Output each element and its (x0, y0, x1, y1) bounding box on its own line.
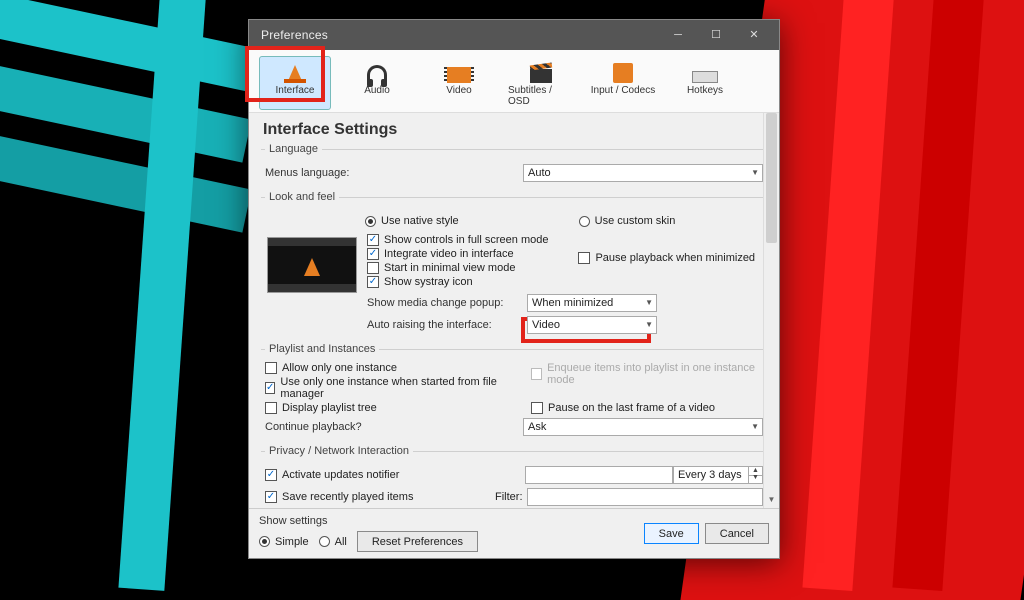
preferences-window: Preferences ─ ☐ ✕ Interface Audio Video … (248, 19, 780, 559)
cone-icon (275, 61, 315, 83)
page-title: Interface Settings (263, 121, 765, 139)
radio-all[interactable]: All (319, 536, 347, 548)
radio-native-style[interactable]: Use native style (365, 215, 459, 227)
spinner-down[interactable]: ▼ (748, 474, 762, 483)
media-popup-select[interactable]: When minimized▼ (527, 294, 657, 312)
group-look-and-feel: Look and feel Use native style Use custo… (261, 191, 767, 339)
tab-input-codecs[interactable]: Input / Codecs (587, 56, 659, 110)
menus-language-select[interactable]: Auto▼ (523, 164, 763, 182)
chevron-down-icon: ▼ (645, 298, 653, 307)
footer: Show settings Simple All Reset Preferenc… (249, 508, 779, 558)
chk-one-from-fm[interactable]: ✓Use only one instance when started from… (265, 376, 501, 400)
filter-input[interactable] (527, 488, 763, 506)
chk-integrate-video[interactable]: ✓Integrate video in interface (367, 248, 548, 260)
media-popup-label: Show media change popup: (367, 297, 527, 309)
chk-enqueue: Enqueue items into playlist in one insta… (531, 362, 763, 386)
chk-playlist-tree[interactable]: Display playlist tree (265, 402, 501, 414)
titlebar[interactable]: Preferences ─ ☐ ✕ (249, 20, 779, 50)
chk-systray[interactable]: ✓Show systray icon (367, 276, 548, 288)
save-button[interactable]: Save (644, 523, 699, 544)
menus-language-label: Menus language: (265, 167, 395, 179)
chk-updates-notifier[interactable]: ✓Activate updates notifier (265, 469, 525, 481)
group-privacy: Privacy / Network Interaction ✓Activate … (261, 445, 767, 508)
chk-fullscreen-controls[interactable]: ✓Show controls in full screen mode (367, 234, 548, 246)
minimize-button[interactable]: ─ (659, 20, 697, 50)
filter-label: Filter: (495, 491, 527, 503)
skin-preview (267, 237, 357, 293)
continue-playback-select[interactable]: Ask▼ (523, 418, 763, 436)
chk-pause-when-minimized[interactable]: Pause playback when minimized (578, 252, 755, 264)
auto-raise-select[interactable]: Video▼ (527, 316, 657, 334)
chevron-down-icon: ▼ (751, 168, 759, 177)
group-language: Language Menus language: Auto▼ (261, 143, 767, 187)
chevron-down-icon: ▼ (645, 320, 653, 329)
show-settings-label: Show settings (259, 515, 636, 527)
continue-playback-label: Continue playback? (265, 421, 485, 433)
updates-path-input[interactable] (525, 466, 673, 484)
tab-audio[interactable]: Audio (341, 56, 413, 110)
reset-preferences-button[interactable]: Reset Preferences (357, 531, 478, 552)
scrollbar-thumb[interactable] (766, 113, 777, 243)
chk-pause-last-frame[interactable]: Pause on the last frame of a video (531, 402, 763, 414)
film-icon (439, 61, 479, 83)
radio-simple[interactable]: Simple (259, 536, 309, 548)
close-button[interactable]: ✕ (735, 20, 773, 50)
scroll-down-icon[interactable]: ▼ (764, 492, 779, 508)
clapper-icon (521, 61, 561, 83)
headphones-icon (357, 61, 397, 83)
puzzle-icon (603, 61, 643, 83)
chk-minimal-view[interactable]: Start in minimal view mode (367, 262, 548, 274)
auto-raise-label: Auto raising the interface: (367, 319, 527, 331)
group-playlist: Playlist and Instances Allow only one in… (261, 343, 767, 441)
category-tabstrip: Interface Audio Video Subtitles / OSD In… (249, 50, 779, 113)
chk-save-recent[interactable]: ✓Save recently played items (265, 491, 495, 503)
settings-content: Interface Settings Language Menus langua… (249, 113, 779, 508)
tab-subtitles[interactable]: Subtitles / OSD (505, 56, 577, 110)
update-interval-spinner[interactable]: Every 3 days ▲ ▼ (673, 466, 763, 484)
chk-one-instance[interactable]: Allow only one instance (265, 362, 501, 374)
cancel-button[interactable]: Cancel (705, 523, 769, 544)
maximize-button[interactable]: ☐ (697, 20, 735, 50)
tab-interface[interactable]: Interface (259, 56, 331, 110)
vertical-scrollbar[interactable]: ▲ ▼ (763, 113, 779, 508)
tab-video[interactable]: Video (423, 56, 495, 110)
radio-custom-skin[interactable]: Use custom skin (579, 215, 676, 227)
window-title: Preferences (255, 28, 659, 42)
chevron-down-icon: ▼ (751, 422, 759, 431)
tab-hotkeys[interactable]: Hotkeys (669, 56, 741, 110)
keyboard-icon (685, 61, 725, 83)
